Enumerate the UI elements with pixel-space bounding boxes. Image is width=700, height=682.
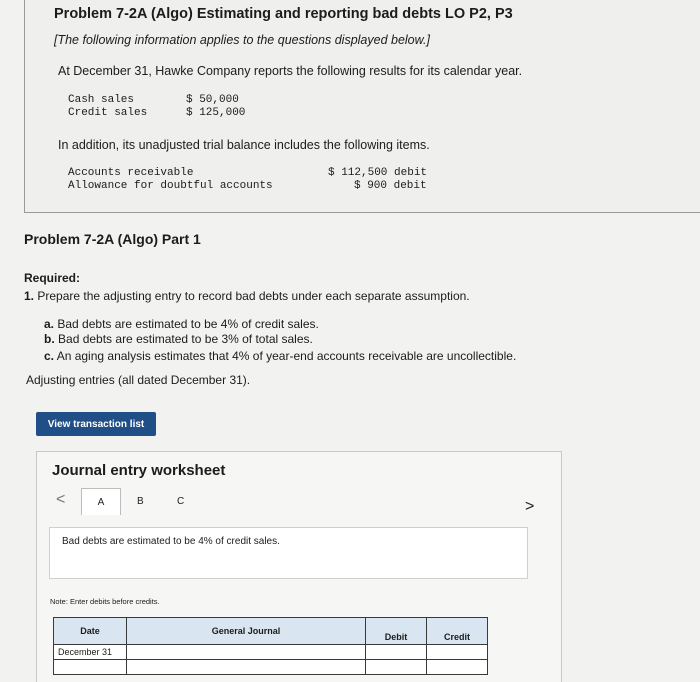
col-credit: Credit [426,617,488,645]
problem-title: Problem 7-2A (Algo) Estimating and repor… [54,6,513,22]
tab-a[interactable]: A [81,488,121,515]
description-box [49,527,528,579]
credit-cell[interactable] [426,644,488,660]
tb-label-allowance: Allowance for doubtful accounts [68,180,273,192]
addition-text: In addition, its unadjusted trial balanc… [58,138,430,152]
account-cell[interactable] [126,644,366,660]
option-b-letter: b. [44,332,55,346]
entry-note: Note: Enter debits before credits. [50,597,160,606]
next-arrow-icon[interactable]: > [525,498,534,516]
option-b: b. Bad debts are estimated to be 3% of t… [44,332,313,346]
date-cell[interactable]: December 31 [53,644,127,660]
option-a-text: Bad debts are estimated to be 4% of cred… [57,317,319,331]
col-debit: Debit [365,617,427,645]
tb-value-ar: $ 112,500 debit [328,167,428,179]
requirement-1: 1. Prepare the adjusting entry to record… [24,289,470,303]
option-c: c. An aging analysis estimates that 4% o… [44,349,516,363]
adjusting-note: Adjusting entries (all dated December 31… [26,373,251,387]
option-c-text: An aging analysis estimates that 4% of y… [56,349,517,363]
debit-cell[interactable] [365,659,427,675]
view-transaction-list-button[interactable]: View transaction list [36,412,156,436]
sales-label-credit: Credit sales [68,107,148,119]
tb-label-ar: Accounts receivable [68,167,194,179]
table-row [53,659,488,675]
required-label: Required: [24,271,81,285]
journal-header-row: Date General Journal Debit Credit [53,617,488,645]
tab-b[interactable]: B [137,496,144,507]
col-date: Date [53,617,127,645]
prev-arrow-icon[interactable]: < [56,491,65,509]
sales-value-cash: $ 50,000 [186,94,239,106]
col-general-journal: General Journal [126,617,366,645]
worksheet-title: Journal entry worksheet [52,462,226,479]
table-row: December 31 [53,644,488,660]
account-cell[interactable] [126,659,366,675]
date-cell[interactable] [53,659,127,675]
option-b-text: Bad debts are estimated to be 3% of tota… [58,332,313,346]
problem-intro: At December 31, Hawke Company reports th… [58,64,523,78]
sales-value-credit: $ 125,000 [186,107,246,119]
tb-value-allowance: $ 900 debit [354,180,427,192]
option-c-letter: c. [44,349,55,363]
part-title: Problem 7-2A (Algo) Part 1 [24,231,201,247]
option-a: a. Bad debts are estimated to be 4% of c… [44,317,319,331]
req-text: Prepare the adjusting entry to record ba… [37,289,470,303]
journal-table: Date General Journal Debit Credit Decemb… [53,617,488,675]
debit-cell[interactable] [365,644,427,660]
option-a-letter: a. [44,317,55,331]
req-number: 1. [24,289,35,303]
credit-cell[interactable] [426,659,488,675]
entry-description: Bad debts are estimated to be 4% of cred… [62,536,280,547]
sales-label-cash: Cash sales [68,94,135,106]
tab-c[interactable]: C [177,496,184,507]
problem-subtitle: [The following information applies to th… [54,33,430,47]
